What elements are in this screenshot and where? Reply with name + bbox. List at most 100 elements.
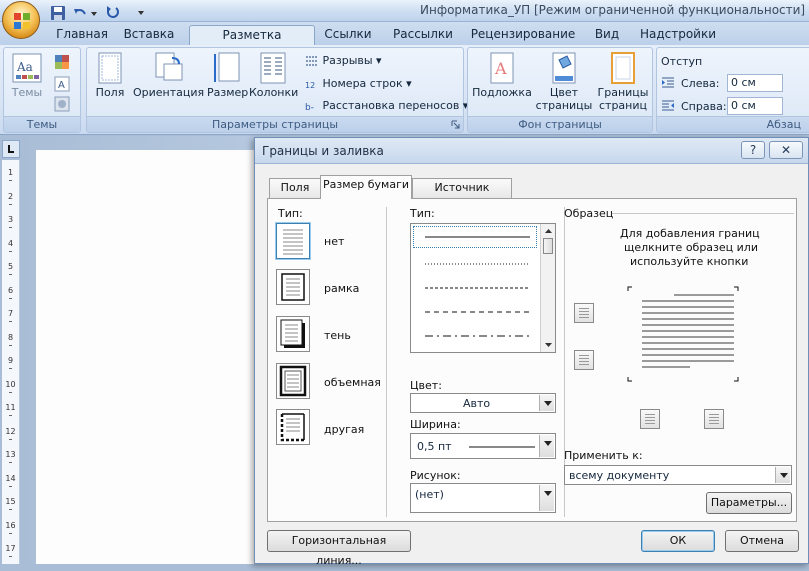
separator-left <box>386 207 387 517</box>
ruler-mark: 9 <box>7 356 14 365</box>
indent-right-icon <box>662 100 674 111</box>
setting-custom-label: другая <box>324 423 365 436</box>
tab-shading[interactable]: Источник бумаги <box>412 178 512 212</box>
close-button[interactable]: ✕ <box>769 141 803 159</box>
style-list[interactable] <box>410 223 556 353</box>
setting-3d-label: объемная <box>324 376 381 389</box>
tab-review[interactable]: Рецензирование <box>470 25 576 45</box>
cancel-button[interactable]: Отмена <box>725 530 799 552</box>
setting-custom-button[interactable] <box>276 409 310 445</box>
page-borders-button[interactable]: Границы страниц <box>594 52 652 112</box>
redo-icon[interactable] <box>104 5 120 21</box>
color-combo[interactable]: Авто <box>410 393 556 413</box>
ok-button[interactable]: ОК <box>641 530 715 552</box>
orientation-icon <box>155 52 183 81</box>
columns-button[interactable]: Колонки <box>249 52 298 99</box>
theme-fonts-icon[interactable]: A <box>54 76 72 92</box>
ruler-tick <box>9 368 12 369</box>
ruler-tick <box>9 227 12 228</box>
svg-text:12: 12 <box>305 81 315 90</box>
border-left-button[interactable] <box>640 409 660 429</box>
apply-to-combo[interactable]: всему документу <box>564 465 792 485</box>
line-numbers-label: Номера строк <box>322 77 403 90</box>
ruler-mark: 1 <box>7 168 14 177</box>
chevron-down-icon[interactable] <box>539 395 554 411</box>
tab-selector[interactable] <box>2 140 20 158</box>
tab-page-layout[interactable]: Разметка страницы <box>189 25 315 61</box>
tab-addins[interactable]: Надстройки <box>636 25 720 45</box>
chevron-down-icon[interactable] <box>775 467 790 483</box>
watermark-label: Подложка <box>472 86 532 99</box>
tab-view[interactable]: Вид <box>588 25 626 45</box>
setting-label: Тип: <box>278 207 303 220</box>
scroll-thumb[interactable] <box>543 238 553 254</box>
art-label: Рисунок: <box>410 469 461 482</box>
tab-insert[interactable]: Вставка <box>118 25 180 45</box>
setting-none-button[interactable] <box>276 223 310 259</box>
hyphenation-icon: b- <box>305 103 314 113</box>
scroll-down-icon[interactable] <box>541 338 556 352</box>
vertical-ruler[interactable]: 1 2 3 4 5 6 7 8 9 10 11 12 13 14 15 16 17 <box>2 160 20 564</box>
preview-group-line <box>612 213 794 214</box>
apply-to-label: Применить к: <box>564 449 643 462</box>
page-color-button[interactable]: Цвет страницы <box>534 52 594 112</box>
indent-title: Отступ <box>661 55 703 68</box>
breaks-button[interactable]: Разрывы ▾ <box>305 54 382 67</box>
tab-borders[interactable]: Поля <box>269 178 321 198</box>
indent-left-input[interactable]: 0 см <box>727 74 783 92</box>
office-button[interactable] <box>2 1 40 39</box>
save-icon[interactable] <box>50 5 66 21</box>
undo-dropdown-icon[interactable] <box>90 5 98 21</box>
margins-icon <box>98 52 122 84</box>
indent-left-icon <box>662 77 674 88</box>
width-value: 0,5 пт <box>417 440 452 453</box>
indent-left-label: Слева: <box>681 77 720 90</box>
options-button[interactable]: Параметры... <box>706 492 792 514</box>
margins-button[interactable]: Поля <box>93 52 127 99</box>
dialog-launcher-icon[interactable] <box>451 120 460 129</box>
chevron-down-icon[interactable] <box>539 435 554 457</box>
group-page-setup-label: Параметры страницы <box>87 116 463 132</box>
orientation-button[interactable]: Ориентация <box>133 52 204 99</box>
size-button[interactable]: Размер <box>207 52 248 99</box>
theme-effects-icon[interactable] <box>54 96 72 112</box>
art-combo[interactable]: (нет) <box>410 483 556 513</box>
group-page-background: A Подложка Цвет страницы Границы страниц… <box>467 47 653 133</box>
ruler-mark: 11 <box>5 403 16 412</box>
chevron-down-icon[interactable] <box>539 485 554 511</box>
tab-references[interactable]: Ссылки <box>322 25 374 45</box>
setting-box-button[interactable] <box>276 269 310 305</box>
border-right-button[interactable] <box>704 409 724 429</box>
themes-button[interactable]: Aa Темы <box>8 52 46 99</box>
style-list-scrollbar[interactable] <box>540 224 555 352</box>
customize-qat-icon[interactable] <box>136 5 146 21</box>
setting-shadow-button[interactable] <box>276 316 310 352</box>
page-color-icon <box>552 52 576 84</box>
preview-label: Образец <box>564 207 614 220</box>
dialog-title: Границы и заливка <box>262 144 384 158</box>
setting-none-icon <box>283 229 303 255</box>
preview-sample[interactable] <box>626 285 740 385</box>
line-numbers-icon: 12 <box>305 81 315 90</box>
tab-mailings[interactable]: Рассылки <box>386 25 460 45</box>
horizontal-line-button[interactable]: Горизонтальная линия... <box>267 530 411 567</box>
ruler-mark: 10 <box>5 379 16 389</box>
line-numbers-button[interactable]: 12 Номера строк ▾ <box>305 77 412 90</box>
undo-icon[interactable] <box>72 5 88 21</box>
theme-colors-icon[interactable] <box>54 54 72 70</box>
hyphenation-label: Расстановка переносов <box>322 99 460 112</box>
width-combo[interactable]: 0,5 пт <box>410 433 556 459</box>
scroll-up-icon[interactable] <box>541 224 556 238</box>
page-color-label-1: Цвет <box>549 86 579 99</box>
tab-home[interactable]: Главная <box>52 25 112 45</box>
ruler-mark: 5 <box>7 262 14 271</box>
help-button[interactable]: ? <box>741 141 765 159</box>
setting-3d-button[interactable] <box>276 363 310 399</box>
hyphenation-button[interactable]: b- Расстановка переносов ▾ <box>305 99 468 113</box>
tab-page-border[interactable]: Размер бумаги <box>320 175 412 199</box>
preview-hint-3: используйте кнопки <box>630 255 749 268</box>
border-bottom-button[interactable] <box>574 350 594 370</box>
watermark-button[interactable]: A Подложка <box>470 52 534 99</box>
indent-right-input[interactable]: 0 см <box>727 97 783 115</box>
border-top-button[interactable] <box>574 303 594 323</box>
